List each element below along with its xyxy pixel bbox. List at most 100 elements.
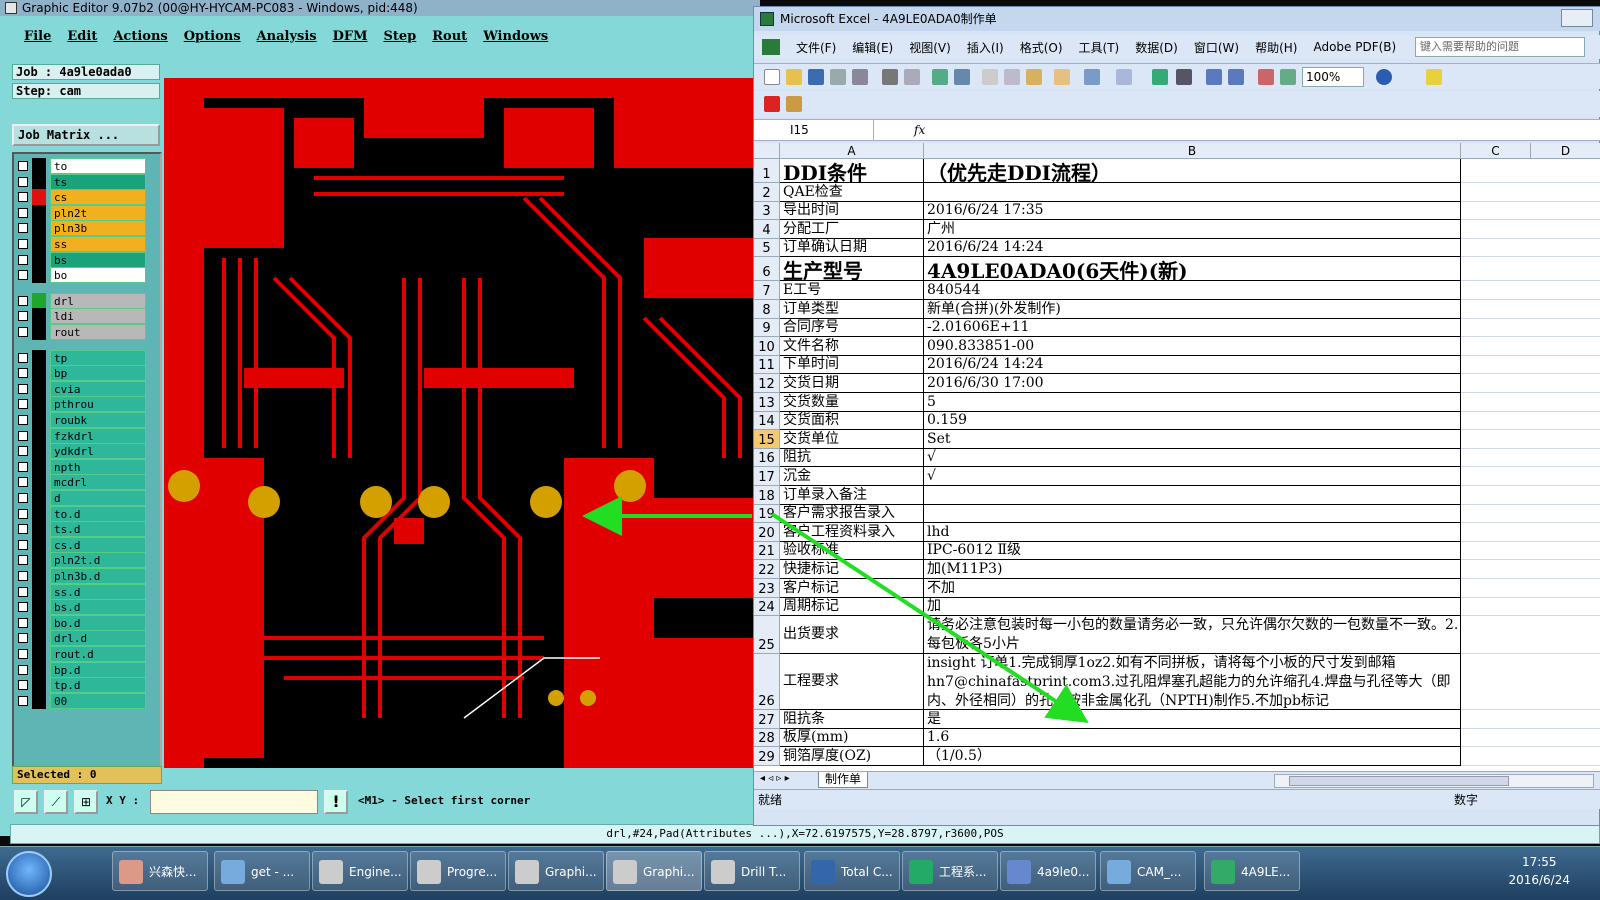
cell-a[interactable]: 合同序号 [780,318,924,338]
layer-checkbox[interactable] [18,270,28,281]
row-header[interactable]: 23 [754,579,780,598]
cell-c[interactable] [1461,300,1600,319]
undo-icon[interactable] [1084,69,1100,85]
layer-checkbox[interactable] [18,555,28,566]
cell-a[interactable]: 订单类型 [780,300,924,319]
cell-b[interactable]: Set [924,430,1461,449]
cell-b[interactable]: 4A9LE0ADA0(6天件)(新) [924,257,1461,282]
excel-titlebar[interactable]: Microsoft Excel - 4A9LE0ADA0制作单 [754,7,1600,31]
cell-a[interactable]: 交货日期 [780,374,924,393]
cell-a[interactable]: 交货数量 [780,393,924,412]
layer-checkbox[interactable] [18,649,28,659]
cell-b[interactable]: （1/0.5） [924,747,1461,766]
workbook-icon[interactable] [762,39,780,55]
graphic-editor-titlebar[interactable]: Graphic Editor 9.07b2 (00@HY-HYCAM-PC083… [0,0,760,16]
cell-c[interactable] [1461,467,1600,486]
cell-b[interactable]: （优先走DDI流程） [924,159,1461,183]
cell-b[interactable]: 840544 [924,281,1461,300]
drawing-icon[interactable] [1280,69,1296,85]
cell-a[interactable]: 客户标记 [780,579,924,598]
cell-a[interactable]: 铜箔厚度(OZ) [780,747,924,766]
name-box[interactable]: I15 [754,120,874,140]
row-header[interactable]: 3 [754,201,780,221]
layer-checkbox[interactable] [18,680,28,691]
cell-c[interactable] [1461,183,1600,202]
row-header[interactable]: 2 [754,183,780,202]
layer-row[interactable]: cs.d [16,536,148,553]
ge-menu-actions[interactable]: Actions [113,29,167,44]
ge-menu-step[interactable]: Step [383,29,416,44]
cell-a[interactable]: 订单确认日期 [780,238,924,258]
layer-row[interactable]: cvia [16,380,148,397]
paste-icon[interactable] [1026,69,1042,85]
layer-row[interactable]: mcdrl [16,474,148,491]
layer-row[interactable]: ss.d [16,583,148,600]
cell-a[interactable]: 交货面积 [780,411,924,431]
cell-c[interactable] [1461,239,1600,258]
new-icon[interactable] [764,69,780,85]
layer-checkbox[interactable] [18,223,28,234]
cell-c[interactable] [1461,598,1600,617]
alert-button[interactable]: ! [324,790,348,814]
cell-b[interactable]: IPC-6012 Ⅱ级 [924,541,1461,561]
row-header[interactable]: 19 [754,504,780,524]
cell-a[interactable]: QAE检查 [780,183,924,202]
scroll-thumb[interactable] [1289,776,1509,786]
sheet-tab[interactable]: 制作单 [818,772,869,788]
row-header[interactable]: 27 [754,710,780,729]
cell-a[interactable]: 阻抗 [780,448,924,468]
ge-menu-file[interactable]: File [24,29,51,44]
ge-menu-analysis[interactable]: Analysis [257,29,317,44]
layer-checkbox[interactable] [18,207,28,218]
cell-c[interactable] [1461,281,1600,300]
excel-menu-item[interactable]: 帮助(H) [1247,39,1305,56]
cell-b[interactable]: 2016/6/24 14:24 [924,238,1461,258]
row-header[interactable]: 21 [754,541,780,561]
layer-checkbox[interactable] [18,524,28,535]
layer-checkbox[interactable] [18,508,28,519]
taskbar-item[interactable]: CAM_... [1100,851,1196,891]
layer-checkbox[interactable] [18,239,28,249]
row-header[interactable]: 17 [754,467,780,486]
row-header[interactable]: 8 [754,300,780,319]
cell-a[interactable]: 生产型号 [780,257,924,282]
tool-button-3[interactable]: ⊞ [74,790,98,814]
cell-c[interactable] [1461,542,1600,561]
help-icon[interactable] [1376,69,1392,85]
column-header-c[interactable]: C [1461,143,1531,159]
taskbar-item[interactable]: 工程系... [902,851,998,891]
row-header[interactable]: 22 [754,560,780,579]
cell-a[interactable]: 沉金 [780,467,924,486]
row-header[interactable]: 11 [754,355,780,375]
select-all-corner[interactable] [754,143,780,159]
pcb-canvas[interactable] [164,78,760,768]
research-icon[interactable] [954,69,970,85]
cell-a[interactable]: 订单录入备注 [780,486,924,505]
row-header[interactable]: 25 [754,616,780,655]
cell-a[interactable]: E工号 [780,281,924,300]
layer-checkbox[interactable] [18,176,28,187]
cell-b[interactable]: insight 订单1.完成铜厚1oz2.如有不同拼板，请将每个小板的尺寸发到邮… [924,654,1461,711]
row-header[interactable]: 12 [754,374,780,393]
sort-ascending-icon[interactable] [1206,69,1222,85]
cell-c[interactable] [1461,393,1600,412]
cell-a[interactable]: 分配工厂 [780,220,924,239]
open-icon[interactable] [786,69,802,85]
row-header[interactable]: 5 [754,238,780,258]
function-icon[interactable]: fx [914,120,925,140]
column-header-a[interactable]: A [780,143,924,159]
hyperlink-icon[interactable] [1152,69,1168,85]
layer-checkbox[interactable] [18,368,28,379]
layer-checkbox[interactable] [18,586,28,597]
excel-menu-item[interactable]: 插入(I) [959,39,1012,56]
zoom-select[interactable]: 100% [1302,67,1364,87]
cell-c[interactable] [1461,710,1600,729]
row-header[interactable]: 14 [754,411,780,431]
layer-row[interactable]: npth [16,458,148,475]
cell-b[interactable]: 新单(合拼)(外发制作) [924,300,1461,319]
cell-a[interactable]: 阻抗条 [780,710,924,729]
layer-row[interactable]: tp.d [16,677,148,694]
taskbar-item[interactable]: Graphi... [508,851,604,891]
layer-row[interactable]: drl.d [16,630,148,647]
taskbar-item[interactable]: Progre... [410,851,506,891]
